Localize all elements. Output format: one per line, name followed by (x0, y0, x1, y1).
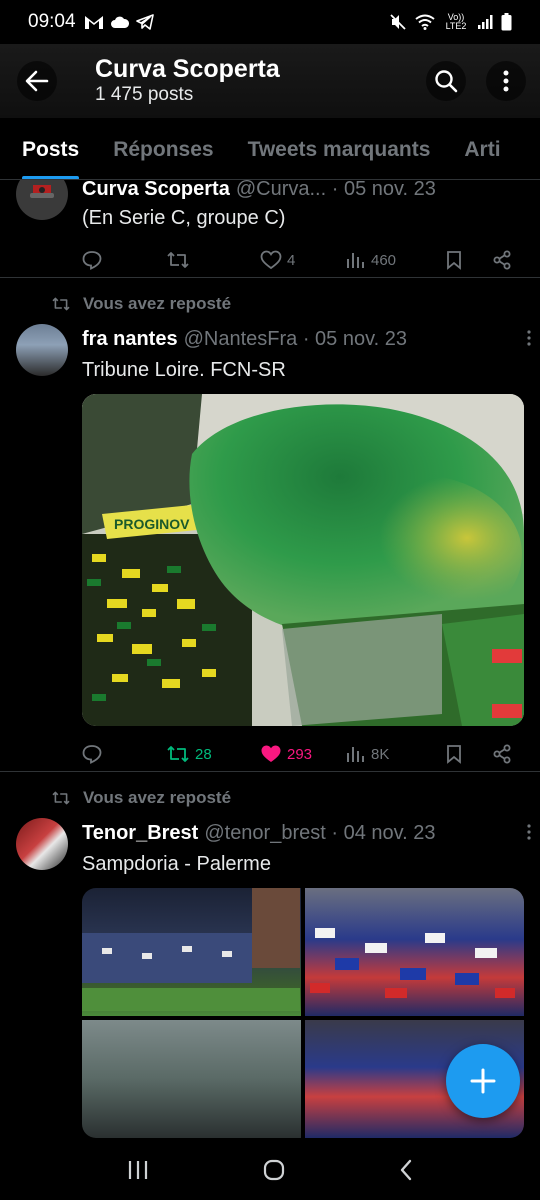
post-actions: 4 460 (82, 238, 524, 282)
curva-logo-icon (30, 185, 54, 198)
heart-icon (260, 250, 282, 270)
avatar[interactable] (16, 180, 68, 220)
reply-icon (82, 745, 102, 764)
reply-button[interactable] (82, 250, 166, 270)
telegram-icon (135, 14, 154, 30)
bookmark-icon (447, 745, 461, 764)
tab-articles[interactable]: Arti (447, 118, 517, 179)
stadium-photo-1 (82, 888, 300, 1011)
avatar[interactable] (16, 818, 68, 870)
vertical-dots-icon (503, 70, 509, 92)
post-more-icon[interactable] (526, 822, 532, 842)
bookmark-button[interactable] (446, 250, 492, 270)
status-time: 09:04 (28, 11, 76, 32)
author-handle[interactable]: @tenor_brest (204, 818, 325, 848)
post-date[interactable]: 04 nov. 23 (344, 818, 436, 848)
post-text: Tribune Loire. FCN-SR (82, 359, 286, 381)
back-button[interactable] (17, 61, 57, 101)
post-image[interactable]: PROGINOV (82, 394, 524, 726)
author-name[interactable]: fra nantes (82, 324, 178, 354)
post-item[interactable]: Vous avez reposté fra nantes @NantesFra … (0, 278, 540, 772)
post-text: (En Serie C, groupe C) (82, 207, 286, 229)
like-button[interactable]: 4 (260, 250, 346, 270)
share-icon (493, 250, 511, 270)
author-name[interactable]: Curva Scoperta (82, 180, 230, 204)
compose-button[interactable] (446, 1044, 520, 1118)
gmail-icon (84, 16, 103, 29)
android-nav-bar (0, 1140, 540, 1200)
author-handle[interactable]: @NantesFra (184, 324, 298, 354)
share-button[interactable] (492, 744, 512, 764)
cloud-icon (110, 16, 129, 28)
arrow-left-icon (25, 70, 49, 92)
like-button[interactable]: 293 (260, 744, 346, 764)
plus-icon (470, 1068, 496, 1094)
status-bar: 09:04 Vo)) LTE2 (0, 0, 540, 44)
views-button[interactable]: 460 (346, 251, 446, 269)
like-count: 4 (287, 251, 296, 269)
views-count: 460 (371, 251, 397, 269)
back-nav-icon[interactable] (398, 1158, 414, 1182)
post-count: 1 475 posts (95, 84, 194, 105)
tab-posts[interactable]: Posts (0, 118, 96, 179)
stadium-smoke-image: PROGINOV (82, 394, 524, 726)
battery-icon (501, 13, 512, 31)
search-icon (435, 70, 458, 93)
bookmark-icon (447, 251, 461, 270)
post-text: Sampdoria - Palerme (82, 853, 271, 875)
author-name[interactable]: Tenor_Brest (82, 818, 198, 848)
analytics-icon (347, 747, 364, 762)
more-options-button[interactable] (486, 61, 526, 101)
repost-icon (52, 297, 70, 311)
grid-image-1[interactable] (82, 888, 301, 1016)
post-actions: 28 293 8K (82, 732, 524, 776)
views-button[interactable]: 8K (346, 745, 446, 763)
author-handle[interactable]: @Curva... (236, 180, 326, 204)
bookmark-button[interactable] (446, 744, 492, 764)
posts-feed[interactable]: Curva Scoperta @Curva... · 05 nov. 23 (E… (0, 180, 540, 1200)
signal-icon (478, 15, 493, 29)
reply-icon (82, 251, 102, 270)
repost-indicator: Vous avez reposté (0, 784, 540, 812)
post-date[interactable]: 05 nov. 23 (315, 324, 407, 354)
home-icon[interactable] (262, 1158, 286, 1182)
search-button[interactable] (426, 61, 466, 101)
like-count: 293 (287, 745, 313, 763)
heart-filled-icon (261, 745, 281, 762)
views-count: 8K (371, 745, 390, 763)
analytics-icon (347, 253, 364, 268)
post-item[interactable]: Curva Scoperta @Curva... · 05 nov. 23 (E… (0, 180, 540, 278)
repost-label: Vous avez reposté (83, 788, 232, 807)
avatar[interactable] (16, 324, 68, 376)
repost-icon (167, 252, 189, 268)
grid-image-3[interactable] (82, 1020, 301, 1138)
post-more-icon[interactable] (526, 328, 532, 348)
wifi-icon (415, 14, 435, 30)
tab-replies[interactable]: Réponses (96, 118, 230, 179)
post-date[interactable]: 05 nov. 23 (344, 180, 436, 204)
repost-icon (52, 791, 70, 805)
tab-highlights[interactable]: Tweets marquants (231, 118, 448, 179)
share-button[interactable] (492, 250, 512, 270)
recent-apps-icon[interactable] (126, 1159, 150, 1181)
repost-button[interactable]: 28 (166, 744, 260, 764)
grid-image-2[interactable] (305, 888, 524, 1016)
sponsor-banner-text: PROGINOV (114, 516, 190, 532)
repost-icon (167, 746, 189, 762)
volte-label: Vo)) LTE2 (445, 12, 467, 31)
page-title: Curva Scoperta (95, 55, 280, 83)
repost-button[interactable] (166, 250, 260, 270)
repost-indicator: Vous avez reposté (0, 290, 540, 318)
share-icon (493, 744, 511, 764)
profile-tabs: Posts Réponses Tweets marquants Arti (0, 118, 540, 180)
stadium-photo-2 (310, 928, 515, 998)
reply-button[interactable] (82, 744, 166, 764)
repost-label: Vous avez reposté (83, 294, 232, 313)
repost-count: 28 (195, 745, 212, 763)
mute-icon (390, 14, 406, 30)
profile-header: Curva Scoperta 1 475 posts (0, 44, 540, 118)
